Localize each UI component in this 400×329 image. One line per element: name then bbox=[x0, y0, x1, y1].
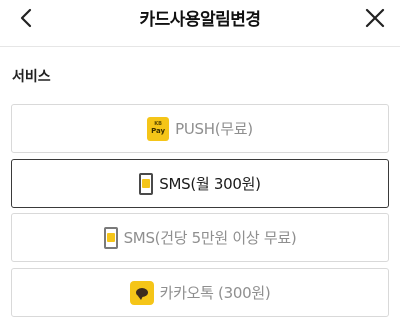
kakaotalk-option[interactable]: 카카오톡 (300원) bbox=[11, 268, 389, 317]
sms-monthly-option[interactable]: SMS(월 300원) bbox=[11, 159, 389, 208]
push-option-label: PUSH(무료) bbox=[175, 120, 253, 138]
sms-phone-icon bbox=[139, 172, 154, 195]
kakaotalk-option-label: 카카오톡 (300원) bbox=[159, 284, 271, 302]
close-button[interactable] bbox=[362, 5, 388, 31]
top-bar: 카드사용알림변경 bbox=[0, 0, 400, 42]
sms-per-use-option[interactable]: SMS(건당 5만원 이상 무료) bbox=[11, 213, 389, 262]
header-divider bbox=[0, 46, 400, 47]
page-title: 카드사용알림변경 bbox=[139, 10, 261, 30]
kb-pay-icon: KB Pay bbox=[147, 116, 170, 141]
kakaotalk-icon bbox=[129, 280, 154, 305]
sms-monthly-option-label: SMS(월 300원) bbox=[159, 175, 261, 193]
push-option[interactable]: KB Pay PUSH(무료) bbox=[11, 104, 389, 153]
close-icon bbox=[365, 8, 385, 28]
sms-per-use-option-label: SMS(건당 5만원 이상 무료) bbox=[123, 229, 297, 247]
kb-pay-icon-text-bottom: Pay bbox=[151, 127, 166, 135]
sms-phone-icon bbox=[103, 226, 118, 249]
section-label: 서비스 bbox=[12, 69, 51, 85]
